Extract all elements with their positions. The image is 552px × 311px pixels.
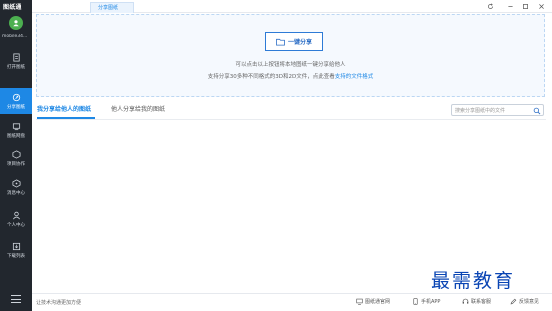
sidebar-item-label: 项目协作 <box>7 161 25 167</box>
sidebar-item-open-drawing[interactable]: 打开图纸 <box>0 48 32 74</box>
sidebar-item-label: 个人中心 <box>7 222 25 228</box>
download-list-icon <box>12 242 20 250</box>
sidebar-item-cloud-drive[interactable]: 图纸网盘 <box>0 117 32 143</box>
share-format-hint: 支持分享30多种不同格式的3D和2D文件，点此查看支持的文件格式 <box>37 72 544 80</box>
sidebar-item-message-center[interactable]: 消息中心 <box>0 174 32 200</box>
official-site-link[interactable]: 图纸通官网 <box>356 298 390 305</box>
search-box <box>451 104 544 116</box>
app-brand: 图纸通 <box>3 4 22 11</box>
feedback-label: 反馈意见 <box>519 299 540 305</box>
headset-icon <box>462 298 469 304</box>
supported-formats-link[interactable]: 支持的文件格式 <box>335 74 374 80</box>
minimize-icon[interactable] <box>505 1 515 11</box>
sidebar-item-label: 分享图纸 <box>7 104 25 110</box>
slogan: 让技术沟通更加方便 <box>36 300 82 306</box>
tab-my-shared[interactable]: 我分享给他人的图纸 <box>37 104 91 113</box>
customer-service-label: 联系客服 <box>471 299 492 305</box>
bottom-bar: 让技术沟通更加方便 图纸通官网 手机APP 联系客服 反馈意见 <box>32 293 552 311</box>
share-format-text: 支持分享30多种不同格式的3D和2D文件，点此查看 <box>207 74 335 80</box>
feedback-link[interactable]: 反馈意见 <box>510 298 539 305</box>
tab-share-drawing[interactable]: 分享图纸 <box>90 2 134 13</box>
sidebar-item-download-list[interactable]: 下载列表 <box>0 237 32 263</box>
official-site-label: 图纸通官网 <box>365 299 391 305</box>
top-bar: 分享图纸 <box>32 0 552 13</box>
sidebar-item-share-drawing[interactable]: 分享图纸 <box>0 88 32 114</box>
refresh-icon[interactable] <box>485 1 495 11</box>
maximize-icon[interactable] <box>520 1 530 11</box>
share-drawing-icon <box>12 93 20 101</box>
watermark: 最需教育 <box>431 270 516 292</box>
search-input[interactable] <box>455 106 533 115</box>
message-center-icon <box>11 178 21 188</box>
sidebar-item-label: 消息中心 <box>7 190 25 196</box>
sidebar-item-label: 图纸网盘 <box>7 133 25 139</box>
sidebar-item-personal-center[interactable]: 个人中心 <box>0 206 32 232</box>
avatar[interactable] <box>9 16 23 30</box>
share-hint: 可以点击以上按钮将本地图纸一键分享给他人 <box>235 62 346 68</box>
search-icon[interactable] <box>533 107 541 115</box>
feedback-icon <box>510 298 517 305</box>
folder-icon <box>276 38 285 46</box>
open-drawing-icon <box>12 52 20 62</box>
close-icon[interactable] <box>536 1 546 11</box>
divider <box>36 119 546 120</box>
share-drop-area: 一键分享 可以点击以上按钮将本地图纸一键分享给他人 支持分享30多种不同格式的3… <box>36 14 545 97</box>
phone-icon <box>413 298 418 305</box>
user-icon <box>13 20 19 27</box>
monitor-icon <box>356 298 363 305</box>
sidebar: 图纸通 mobile34... 打开图纸 分享图纸 图纸网盘 项目协作 消息中心… <box>0 0 32 311</box>
one-click-share-button[interactable]: 一键分享 <box>265 32 323 51</box>
project-collab-icon <box>11 149 21 159</box>
cloud-drive-icon <box>12 122 20 130</box>
menu-icon[interactable] <box>11 295 21 303</box>
personal-center-icon <box>12 211 20 219</box>
tab-shared-with-me[interactable]: 他人分享给我的图纸 <box>111 104 165 113</box>
app-window: 图纸通 mobile34... 打开图纸 分享图纸 图纸网盘 项目协作 消息中心… <box>0 0 552 311</box>
sidebar-item-project-collab[interactable]: 项目协作 <box>0 145 32 171</box>
one-click-share-label: 一键分享 <box>287 39 312 46</box>
customer-service-link[interactable]: 联系客服 <box>462 298 491 305</box>
sidebar-item-label: 打开图纸 <box>7 64 25 70</box>
mobile-app-link[interactable]: 手机APP <box>412 298 440 305</box>
username: mobile34... <box>2 34 28 39</box>
mobile-app-label: 手机APP <box>421 299 441 305</box>
sidebar-item-label: 下载列表 <box>7 253 25 259</box>
